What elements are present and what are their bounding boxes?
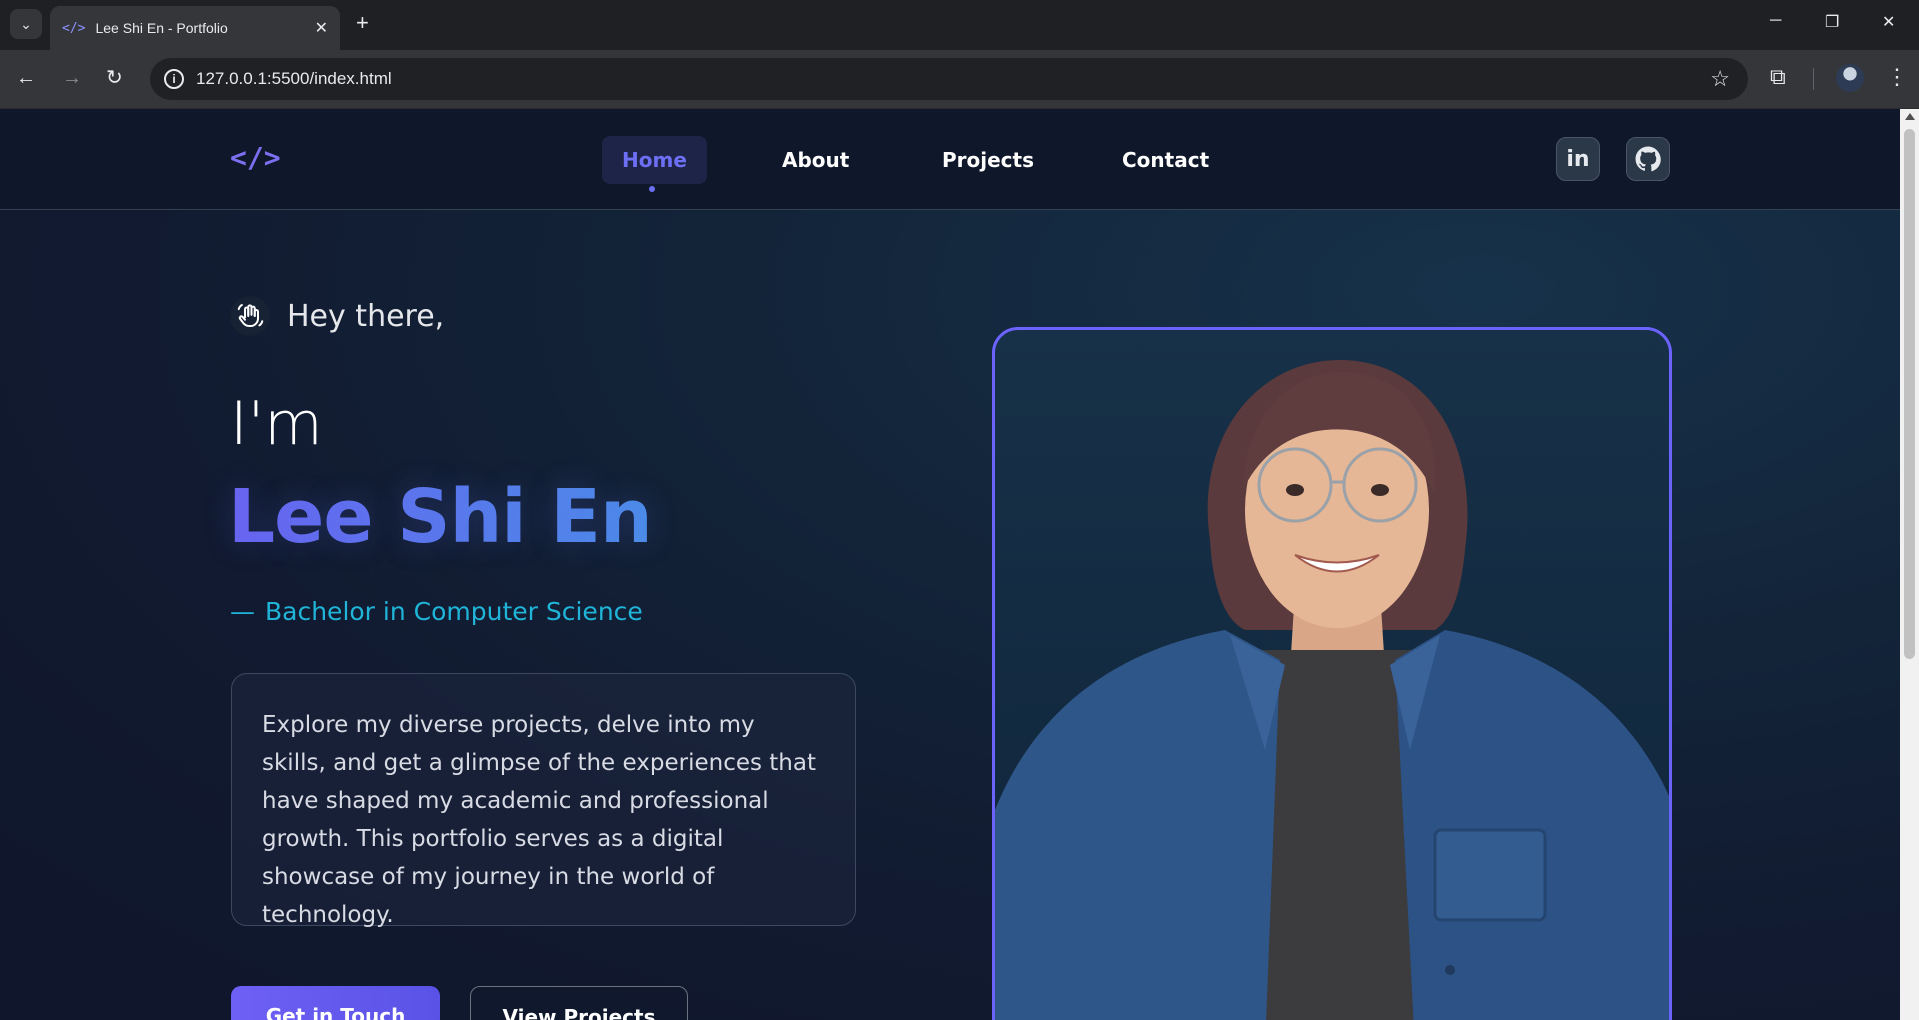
nav-projects[interactable]: Projects [922,136,1054,184]
hero-name: Lee Shi En [228,474,653,560]
profile-avatar[interactable] [1836,64,1864,92]
portrait-illustration [995,360,1669,1020]
get-in-touch-button[interactable]: Get in Touch [231,986,440,1020]
nav-home[interactable]: Home [602,136,707,184]
linkedin-label: in [1566,146,1590,172]
site-info-icon[interactable]: i [164,69,184,89]
intro-text: Explore my diverse projects, delve into … [262,712,816,928]
view-projects-button[interactable]: View Projects [470,986,688,1020]
greeting-text: Hey there, [287,299,445,334]
close-window-icon[interactable]: ✕ [1882,12,1895,32]
tab-title: Lee Shi En - Portfolio [95,20,228,36]
browser-tab-bar: ⌄ </> Lee Shi En - Portfolio ✕ + ─ ❐ ✕ [0,0,1919,50]
profile-photo [992,327,1672,1020]
tab-search-button[interactable]: ⌄ [10,9,42,39]
nav-active-indicator [649,186,655,192]
browser-tab[interactable]: </> Lee Shi En - Portfolio ✕ [50,6,340,50]
forward-button[interactable]: → [62,66,82,90]
back-button[interactable]: ← [16,66,36,90]
restore-icon[interactable]: ❐ [1825,12,1839,32]
waving-hand-icon [230,296,270,336]
im-text: I'm [230,389,323,459]
nav-contact[interactable]: Contact [1102,136,1229,184]
degree-subtitle: — Bachelor in Computer Science [230,597,643,626]
minimize-icon[interactable]: ─ [1770,12,1781,30]
address-bar[interactable]: i 127.0.0.1:5500/index.html ☆ [150,58,1748,100]
new-tab-button[interactable]: + [356,12,369,34]
bookmark-star-icon[interactable]: ☆ [1710,66,1730,92]
github-icon[interactable] [1626,137,1670,181]
nav-about[interactable]: About [762,136,869,184]
degree-text: Bachelor in Computer Science [265,597,643,626]
scroll-up-arrow-icon[interactable] [1905,113,1915,120]
intro-card: Explore my diverse projects, delve into … [231,673,856,928]
site-header: </> Home About Projects Contact in [0,109,1900,210]
reload-button[interactable]: ↻ [106,66,123,90]
github-glyph [1635,146,1661,172]
toolbar-divider [1813,68,1814,90]
page-scrollbar[interactable] [1900,109,1919,1020]
page-viewport: </> Home About Projects Contact in Hey t… [0,109,1900,1020]
extensions-icon[interactable]: ⧉ [1770,64,1786,90]
code-favicon-icon: </> [62,20,86,36]
url-text[interactable]: 127.0.0.1:5500/index.html [196,69,392,89]
linkedin-icon[interactable]: in [1556,137,1600,181]
browser-toolbar: ← → ↻ i 127.0.0.1:5500/index.html ☆ ⧉ ⋮ [0,50,1919,109]
menu-kebab-icon[interactable]: ⋮ [1886,64,1908,90]
degree-dash: — [230,597,255,626]
site-logo[interactable]: </> [230,141,281,174]
scrollbar-thumb[interactable] [1904,129,1915,659]
tab-close-icon[interactable]: ✕ [315,18,328,38]
